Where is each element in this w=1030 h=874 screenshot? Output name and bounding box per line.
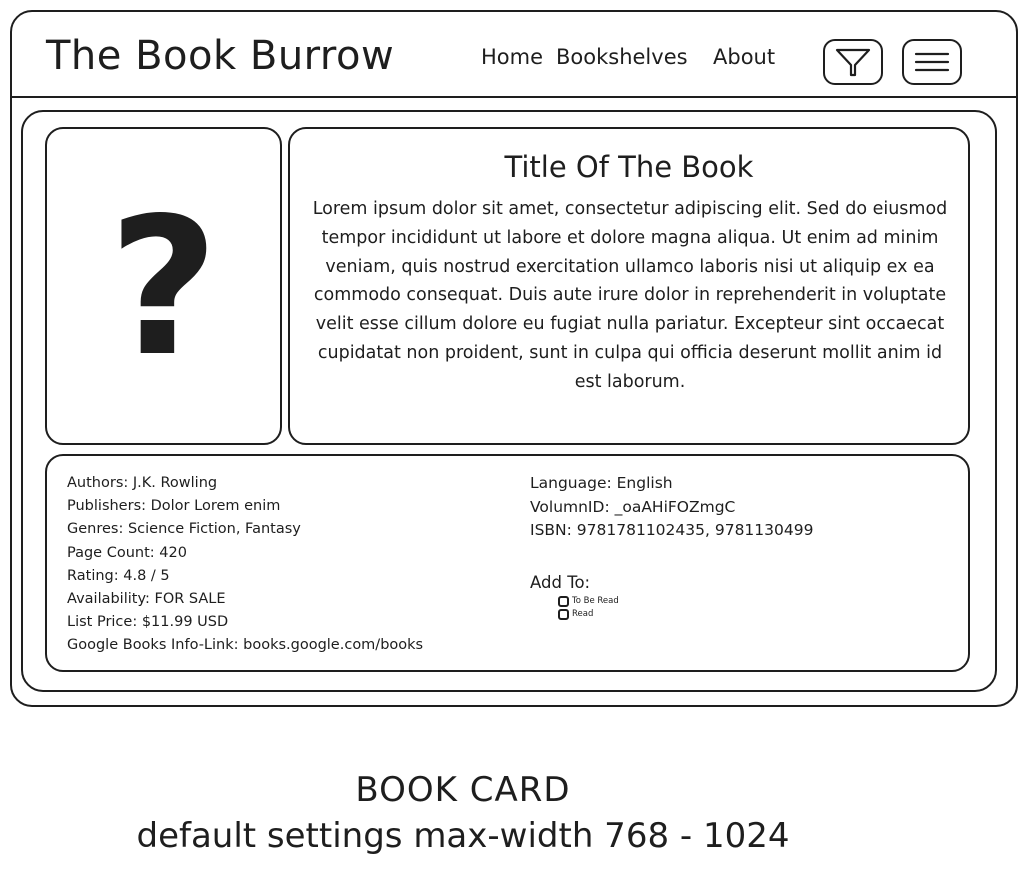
detail-info-link[interactable]: Google Books Info-Link: books.google.com… (67, 634, 423, 657)
caption-title: BOOK CARD (355, 770, 571, 810)
to-be-read-label: To Be Read (572, 596, 619, 606)
to-be-read-checkbox[interactable] (558, 595, 569, 607)
detail-list-price: List Price: $11.99 USD (67, 614, 229, 631)
to-be-read-option[interactable]: To Be Read (558, 595, 619, 607)
read-checkbox[interactable] (558, 608, 569, 620)
filter-icon (835, 48, 871, 77)
read-option[interactable]: Read (558, 608, 593, 620)
book-summary-box: Title Of The Book Lorem ipsum dolor sit … (288, 127, 970, 445)
nav-bookshelves[interactable]: Bookshelves (556, 45, 688, 69)
menu-button[interactable] (902, 39, 962, 85)
book-cover: ? (45, 127, 282, 445)
detail-page-count: Page Count: 420 (67, 544, 187, 561)
add-to-label: Add To: (530, 573, 591, 592)
details-left-column: Authors: J.K. Rowling Publishers: Dolor … (67, 472, 423, 658)
detail-genres: Genres: Science Fiction, Fantasy (67, 521, 301, 538)
cover-placeholder-question-mark: ? (108, 177, 219, 398)
hamburger-menu-icon (914, 52, 950, 72)
nav-about[interactable]: About (713, 45, 775, 69)
book-title: Title Of The Book (504, 150, 754, 184)
read-label: Read (572, 609, 594, 619)
detail-language: Language: English (530, 474, 673, 492)
detail-rating: Rating: 4.8 / 5 (67, 567, 170, 584)
detail-isbn: ISBN: 9781781102435, 9781130499 (530, 521, 814, 539)
book-details-box: Authors: J.K. Rowling Publishers: Dolor … (45, 454, 970, 672)
caption-subtitle: default settings max-width 768 - 1024 (136, 816, 790, 856)
nav-home[interactable]: Home (481, 45, 543, 69)
details-right-column: Language: English VolumnID: _oaAHiFOZmgC… (530, 472, 813, 543)
filter-button[interactable] (823, 39, 883, 85)
detail-volume-id: VolumnID: _oaAHiFOZmgC (530, 497, 736, 516)
book-description: Lorem ipsum dolor sit amet, consectetur … (312, 199, 948, 392)
detail-availability: Availability: FOR SALE (67, 591, 226, 608)
site-title[interactable]: The Book Burrow (46, 26, 394, 86)
detail-authors: Authors: J.K. Rowling (67, 475, 218, 491)
detail-publishers: Publishers: Dolor Lorem enim (67, 498, 281, 515)
